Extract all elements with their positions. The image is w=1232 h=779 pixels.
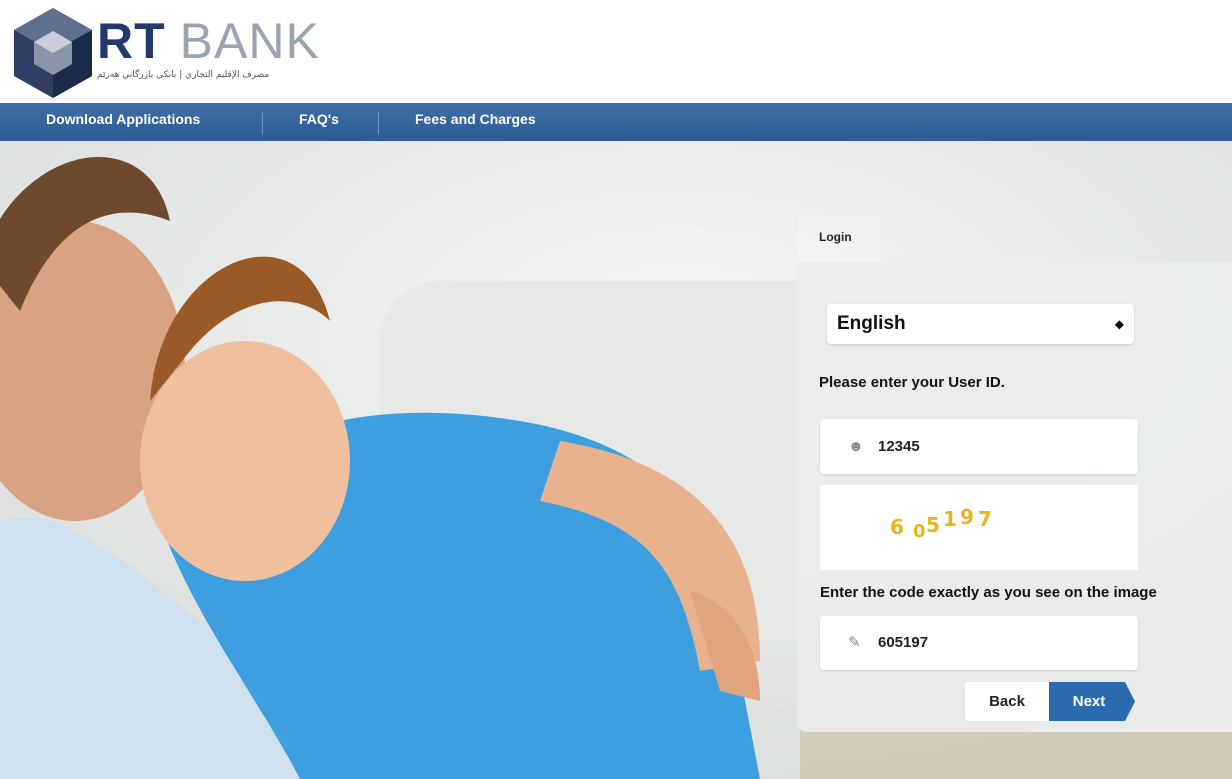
nav-download-applications[interactable]: Download Applications [46,103,200,136]
code-input-value: 605197 [878,634,929,651]
nav-divider [262,112,263,134]
brand-tagline: مصرف الإقليم التجاري | بانكي بازرگاني هە… [97,70,270,80]
captcha-digit: 5 [926,513,940,537]
main-nav: Download Applications FAQ's Fees and Cha… [0,103,1232,141]
user-id-value: 12345 [878,438,920,455]
back-button[interactable]: Back [965,682,1049,721]
user-id-field[interactable]: ☻ 12345 [820,419,1138,474]
nav-faqs[interactable]: FAQ's [299,103,339,136]
brand-name-rt: RT [97,13,166,69]
edit-icon: ✎ [848,634,861,651]
captcha-digit: 7 [978,507,992,531]
brand-name-bank: BANK [179,13,320,69]
select-arrows-icon: ◆ [1114,317,1124,331]
captcha-digit: 9 [960,505,974,529]
captcha-digit: 6 [890,515,904,539]
language-select-value: English [837,313,906,334]
language-select[interactable]: English ◆ [827,304,1134,344]
code-input[interactable]: ✎ 605197 [820,616,1138,670]
brand-name[interactable]: RT BANK [97,16,320,66]
next-button-label: Next [1072,693,1106,710]
tab-login[interactable]: Login [797,216,880,264]
captcha-digit: 1 [943,507,957,531]
nav-fees-and-charges[interactable]: Fees and Charges [415,103,536,136]
captcha-digit: 0 [913,521,926,542]
captcha-image: 6 0 5 1 9 7 [820,485,1138,570]
nav-divider [378,112,379,134]
cube-logo-icon[interactable] [12,6,94,100]
site-header: RT BANK مصرف الإقليم التجاري | بانكي بازر… [0,0,1232,103]
code-prompt: Enter the code exactly as you see on the… [820,584,1157,601]
user-id-prompt: Please enter your User ID. [819,374,1005,391]
next-button[interactable]: Next [1049,682,1135,721]
user-icon: ☻ [848,438,864,455]
